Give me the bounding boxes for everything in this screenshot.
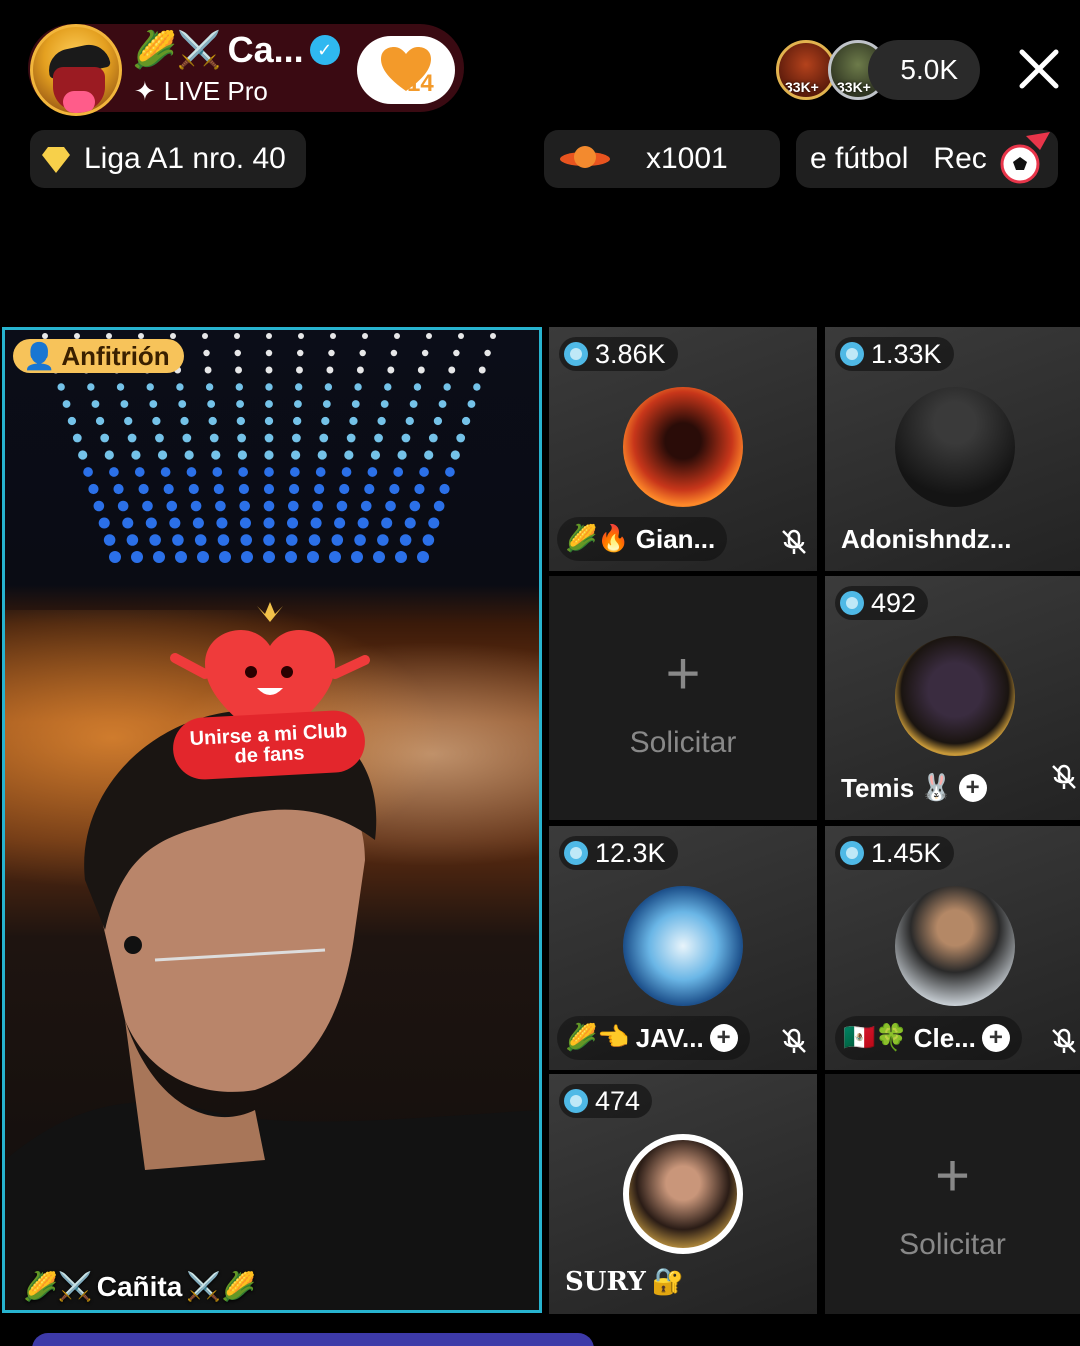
viewer-badge: 33K+ <box>837 79 871 95</box>
soccer-chip[interactable]: e fútbol Rec <box>796 130 1058 188</box>
guest-avatar[interactable] <box>895 886 1015 1006</box>
mic-muted-icon <box>782 529 806 554</box>
host-video[interactable]: 👤 Anfitrión Unirse a mi Club de fans 🌽⚔️… <box>2 327 542 1313</box>
guest-name: 🌽👈 JAV... + <box>557 1016 750 1060</box>
guest-score: 1.33K <box>835 337 954 371</box>
guest-tile[interactable]: 12.3K 🌽👈 JAV... + <box>549 826 817 1070</box>
gem-icon <box>840 591 864 615</box>
league-label: Liga A1 nro. 40 <box>84 142 286 175</box>
host-name-row[interactable]: 🌽⚔️ Ca... ✓ <box>132 28 340 72</box>
guest-avatar[interactable] <box>623 387 743 507</box>
guest-score: 1.45K <box>835 836 954 870</box>
viewer-badge: 33K+ <box>785 79 819 95</box>
host-nickname: 🌽⚔️ Cañita ⚔️🌽 <box>23 1270 256 1303</box>
guest-score: 3.86K <box>559 337 678 371</box>
soccer-label: e fútbol Rec <box>810 142 987 175</box>
guest-score: 474 <box>559 1084 653 1118</box>
guest-avatar[interactable] <box>623 1134 743 1254</box>
verified-badge-icon: ✓ <box>309 35 340 65</box>
guest-name: 🇲🇽🍀 Cle... + <box>835 1016 1022 1060</box>
follow-plus-icon[interactable]: + <box>981 1024 1010 1052</box>
nickname-text: Cañita <box>96 1270 183 1302</box>
soccer-ball-icon <box>1000 132 1050 184</box>
plus-icon: + <box>934 1142 971 1209</box>
guest-tile[interactable]: 492 Temis 🐰 + <box>825 576 1080 820</box>
fan-level: 14 <box>407 70 434 97</box>
sparkle-icon: ✦ <box>134 76 156 106</box>
guest-tile[interactable]: 474 SURY 🔐 <box>549 1074 817 1314</box>
mic-muted-icon <box>1052 1028 1076 1053</box>
follow-plus-icon[interactable]: + <box>958 774 987 802</box>
close-button[interactable] <box>1014 44 1064 94</box>
host-role-badge: 👤 Anfitrión <box>13 339 184 373</box>
guest-name: Adonishndz... <box>841 523 1012 554</box>
bottom-banner[interactable] <box>32 1333 594 1346</box>
gem-icon <box>564 1089 588 1113</box>
guest-name: SURY 🔐 <box>565 1267 685 1297</box>
guest-score: 492 <box>835 586 929 620</box>
planet-icon <box>560 146 610 168</box>
request-join-button[interactable]: + Solicitar <box>825 1146 1080 1262</box>
host-role-label: Anfitrión <box>61 340 170 371</box>
league-chip[interactable]: Liga A1 nro. 40 <box>30 130 306 188</box>
close-icon <box>1019 49 1059 89</box>
empty-guest-slot[interactable]: + Solicitar <box>549 576 817 820</box>
nickname-prefix: 🌽⚔️ <box>23 1270 93 1303</box>
guest-tile[interactable]: 1.45K 🇲🇽🍀 Cle... + <box>825 826 1080 1070</box>
top-viewer-avatar[interactable]: 33K+ <box>776 40 836 100</box>
gem-icon <box>564 342 588 366</box>
guest-avatar[interactable] <box>895 387 1015 507</box>
request-label: Solicitar <box>899 1228 1006 1261</box>
mic-muted-icon <box>1052 764 1076 789</box>
host-name-emojis: 🌽⚔️ <box>132 30 222 71</box>
gem-icon <box>840 841 864 865</box>
guest-score: 12.3K <box>559 836 678 870</box>
host-name: Ca... <box>227 29 304 70</box>
empty-guest-slot[interactable]: + Solicitar <box>825 1074 1080 1314</box>
guest-avatar[interactable] <box>895 636 1015 756</box>
guest-tile[interactable]: 1.33K Adonishndz... <box>825 327 1080 571</box>
mic-muted-icon <box>782 1028 806 1053</box>
person-icon: 👤 <box>23 340 56 371</box>
host-subtitle: LIVE Pro <box>163 76 268 106</box>
nickname-suffix: ⚔️🌽 <box>186 1270 257 1303</box>
top-viewers[interactable]: 33K+ 33K+ 5.0K <box>776 40 980 100</box>
diamond-icon <box>42 147 70 173</box>
multiplier-chip[interactable]: x1001 <box>544 130 780 188</box>
request-label: Solicitar <box>629 726 737 759</box>
host-subtitle-row: ✦ LIVE Pro <box>134 76 268 107</box>
follow-plus-icon[interactable]: + <box>709 1024 738 1052</box>
request-join-button[interactable]: + Solicitar <box>549 644 817 760</box>
host-avatar[interactable] <box>30 24 122 116</box>
gem-icon <box>564 841 588 865</box>
gem-icon <box>840 342 864 366</box>
guest-name: 🌽🔥 Gian... <box>557 517 728 561</box>
guest-tile[interactable]: 3.86K 🌽🔥 Gian... <box>549 327 817 571</box>
join-fanclub-button[interactable]: Unirse a mi Club de fans <box>171 709 367 781</box>
viewer-count[interactable]: 5.0K <box>868 40 980 100</box>
guest-name: Temis 🐰 + <box>841 766 987 810</box>
guest-avatar[interactable] <box>623 886 743 1006</box>
fan-club-button[interactable]: 14 <box>357 36 455 104</box>
multiplier-value: x1001 <box>646 142 728 175</box>
plus-icon: + <box>665 640 701 707</box>
